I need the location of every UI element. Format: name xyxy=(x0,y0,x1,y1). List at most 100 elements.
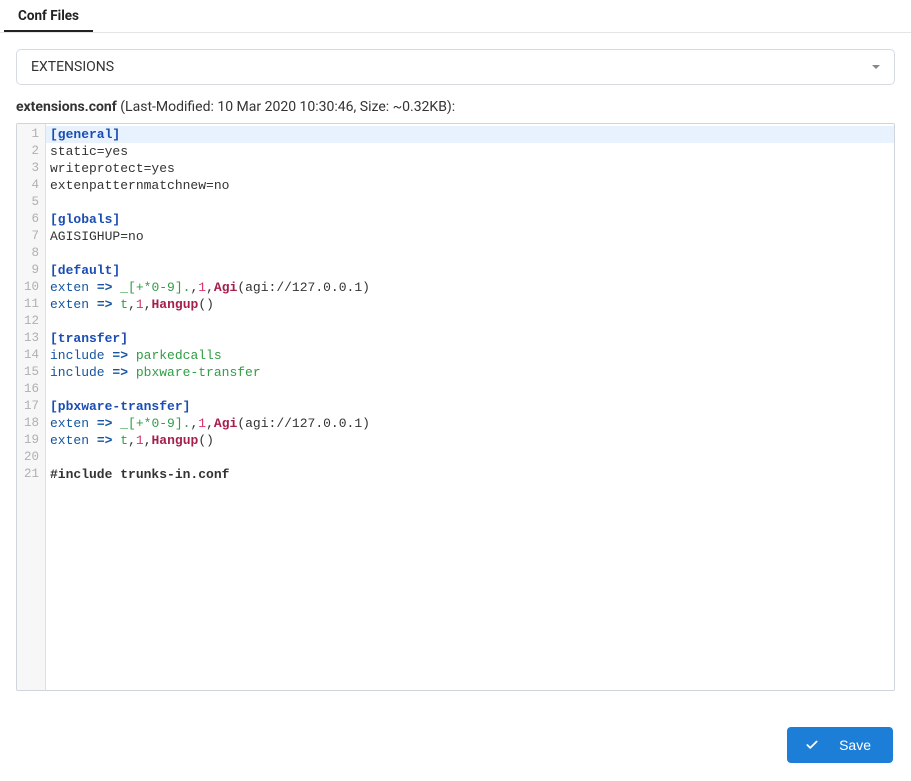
code-token xyxy=(89,297,97,312)
code-token: => xyxy=(112,365,128,380)
line-number: 9 xyxy=(17,262,45,279)
line-number: 10 xyxy=(17,279,45,296)
code-token: (agi://127.0.0.1) xyxy=(237,416,370,431)
code-token: AGISIGHUP=no xyxy=(50,229,144,244)
content-area: EXTENSIONS extensions.conf (Last-Modifie… xyxy=(0,33,911,707)
code-token xyxy=(89,280,97,295)
line-number: 3 xyxy=(17,160,45,177)
code-token: Agi xyxy=(214,280,237,295)
code-token: , xyxy=(144,433,152,448)
code-token: (agi://127.0.0.1) xyxy=(237,280,370,295)
file-select-value: EXTENSIONS xyxy=(31,59,114,75)
code-line[interactable]: [transfer] xyxy=(46,330,894,347)
code-area[interactable]: [general]static=yeswriteprotect=yes exten… xyxy=(46,124,894,690)
code-line[interactable]: include => pbxware-transfer xyxy=(46,364,894,381)
save-button[interactable]: Save xyxy=(787,727,893,763)
footer: Save xyxy=(0,707,911,781)
code-token: parkedcalls xyxy=(136,348,222,363)
chevron-down-icon xyxy=(872,65,880,69)
code-line[interactable] xyxy=(46,194,894,211)
code-token: _[+*0-9]. xyxy=(120,280,190,295)
page-root: Conf Files EXTENSIONS extensions.conf (L… xyxy=(0,0,911,781)
code-token: () xyxy=(198,433,214,448)
code-token: => xyxy=(112,348,128,363)
code-line[interactable] xyxy=(46,449,894,466)
tab-label: Conf Files xyxy=(18,8,79,24)
code-token: 1 xyxy=(136,297,144,312)
code-token: [globals] xyxy=(50,212,120,227)
line-number: 11 xyxy=(17,296,45,313)
code-token: include xyxy=(50,348,105,363)
code-token: 1 xyxy=(136,433,144,448)
code-token: pbxware-transfer xyxy=(136,365,261,380)
line-number: 13 xyxy=(17,330,45,347)
line-number: 19 xyxy=(17,432,45,449)
code-token: exten xyxy=(50,297,89,312)
code-token: , xyxy=(128,433,136,448)
code-line[interactable]: extenpatternmatchnew=no xyxy=(46,177,894,194)
code-token: [default] xyxy=(50,263,120,278)
code-token: t xyxy=(120,433,128,448)
save-button-label: Save xyxy=(839,737,871,753)
line-number: 6 xyxy=(17,211,45,228)
code-line[interactable]: [default] xyxy=(46,262,894,279)
code-token: exten xyxy=(50,433,89,448)
file-name: extensions.conf xyxy=(16,99,117,115)
code-token: 1 xyxy=(198,416,206,431)
code-token: t xyxy=(120,297,128,312)
line-number: 14 xyxy=(17,347,45,364)
code-token: _[+*0-9]. xyxy=(120,416,190,431)
line-number: 5 xyxy=(17,194,45,211)
code-token: include xyxy=(50,365,105,380)
code-line[interactable]: AGISIGHUP=no xyxy=(46,228,894,245)
file-select[interactable]: EXTENSIONS xyxy=(16,49,895,85)
code-token: , xyxy=(206,280,214,295)
line-number: 4 xyxy=(17,177,45,194)
code-token: Hangup xyxy=(152,433,199,448)
code-line[interactable]: include => parkedcalls xyxy=(46,347,894,364)
code-token xyxy=(128,365,136,380)
line-number: 12 xyxy=(17,313,45,330)
code-token: => xyxy=(97,433,113,448)
line-number: 1 xyxy=(17,126,45,143)
code-line[interactable]: [general] xyxy=(46,126,894,143)
line-number: 17 xyxy=(17,398,45,415)
code-line[interactable]: exten => _[+*0-9].,1,Agi(agi://127.0.0.1… xyxy=(46,279,894,296)
line-number: 16 xyxy=(17,381,45,398)
code-line[interactable] xyxy=(46,313,894,330)
code-token: => xyxy=(97,416,113,431)
code-token: () xyxy=(198,297,214,312)
code-token xyxy=(89,433,97,448)
code-line[interactable] xyxy=(46,245,894,262)
code-token xyxy=(89,416,97,431)
code-token: , xyxy=(206,416,214,431)
code-line[interactable]: #include trunks-in.conf xyxy=(46,466,894,483)
tab-conf-files[interactable]: Conf Files xyxy=(4,0,93,32)
code-token: extenpatternmatchnew=no xyxy=(50,178,229,193)
file-meta: extensions.conf (Last-Modified: 10 Mar 2… xyxy=(16,99,895,115)
code-line[interactable]: exten => t,1,Hangup() xyxy=(46,296,894,313)
code-token: writeprotect=yes xyxy=(50,161,175,176)
file-meta-text: (Last-Modified: 10 Mar 2020 10:30:46, Si… xyxy=(117,99,455,115)
code-token: [general] xyxy=(50,127,120,142)
code-line[interactable]: writeprotect=yes xyxy=(46,160,894,177)
code-token: , xyxy=(144,297,152,312)
line-number: 15 xyxy=(17,364,45,381)
code-editor[interactable]: 123456789101112131415161718192021 [gener… xyxy=(16,123,895,691)
code-line[interactable]: exten => _[+*0-9].,1,Agi(agi://127.0.0.1… xyxy=(46,415,894,432)
line-number: 7 xyxy=(17,228,45,245)
code-token: Hangup xyxy=(152,297,199,312)
line-number: 8 xyxy=(17,245,45,262)
code-token: exten xyxy=(50,416,89,431)
code-line[interactable]: static=yes xyxy=(46,143,894,160)
tab-bar: Conf Files xyxy=(0,0,911,33)
code-line[interactable]: exten => t,1,Hangup() xyxy=(46,432,894,449)
code-line[interactable]: [pbxware-transfer] xyxy=(46,398,894,415)
code-token: [pbxware-transfer] xyxy=(50,399,190,414)
code-line[interactable]: [globals] xyxy=(46,211,894,228)
line-number: 18 xyxy=(17,415,45,432)
code-token: , xyxy=(128,297,136,312)
code-line[interactable] xyxy=(46,381,894,398)
code-token: exten xyxy=(50,280,89,295)
line-number: 20 xyxy=(17,449,45,466)
